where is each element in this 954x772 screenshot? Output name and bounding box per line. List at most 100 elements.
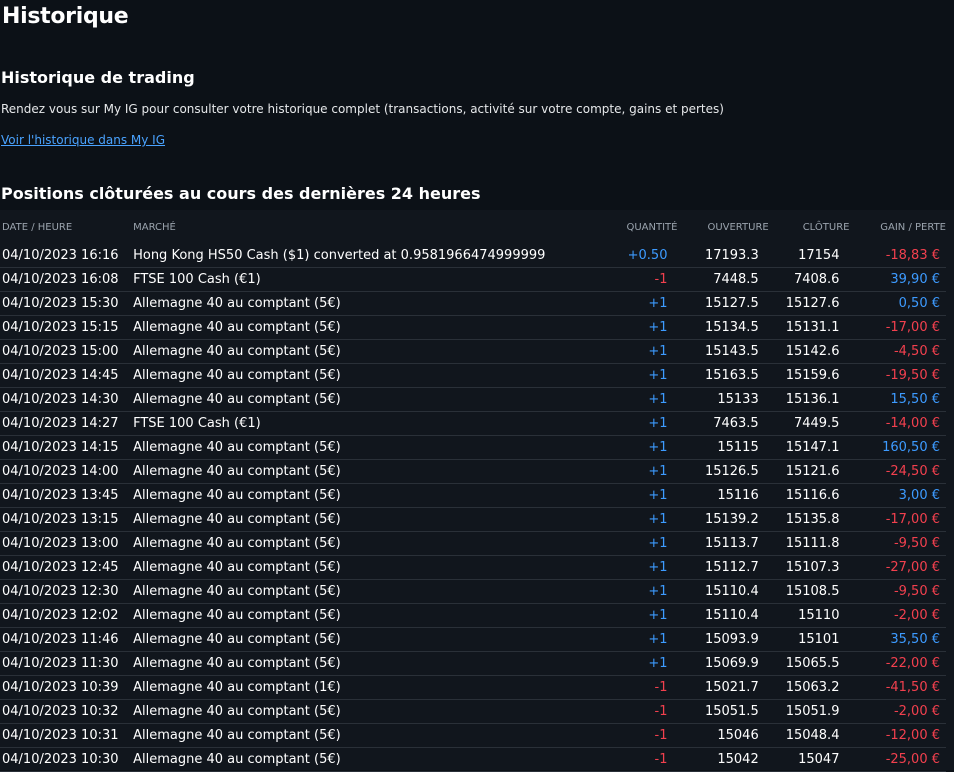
column-header-quantity[interactable]: QUANTITÉ <box>612 210 677 244</box>
column-header-gain-loss[interactable]: GAIN / PERTE <box>849 210 946 244</box>
row-gain-loss: 0,50 € <box>898 296 940 311</box>
row-market: FTSE 100 Cash (€1) <box>133 416 261 431</box>
table-row[interactable]: 04/10/2023 12:45 Allemagne 40 au comptant… <box>0 556 946 580</box>
row-gain-loss: -12,00 € <box>885 728 940 743</box>
row-quantity: +1 <box>648 416 668 431</box>
positions-title: Positions clôturées au cours des dernièr… <box>1 184 481 203</box>
row-open-price: 15133 <box>717 392 759 407</box>
row-date: 04/10/2023 16:16 <box>2 248 119 263</box>
row-date: 04/10/2023 12:02 <box>2 608 119 623</box>
row-market: Allemagne 40 au comptant (5€) <box>133 368 341 383</box>
table-row[interactable]: 04/10/2023 16:08 FTSE 100 Cash (€1) -1 7448… <box>0 268 946 292</box>
table-row[interactable]: 04/10/2023 10:39 Allemagne 40 au comptant… <box>0 676 946 700</box>
row-market: Allemagne 40 au comptant (5€) <box>133 584 341 599</box>
row-market: Allemagne 40 au comptant (5€) <box>133 440 341 455</box>
trading-history-title: Historique de trading <box>1 68 195 87</box>
table-row[interactable]: 04/10/2023 11:30 Allemagne 40 au comptant… <box>0 652 946 676</box>
row-quantity: -1 <box>654 728 668 743</box>
row-gain-loss: -17,00 € <box>885 512 940 527</box>
row-open-price: 7448.5 <box>713 272 759 287</box>
view-history-link[interactable]: Voir l'historique dans My IG <box>1 133 165 147</box>
table-row[interactable]: 04/10/2023 14:27 FTSE 100 Cash (€1) +1 7463… <box>0 412 946 436</box>
row-open-price: 17193.3 <box>704 248 759 263</box>
row-date: 04/10/2023 13:00 <box>2 536 119 551</box>
row-date: 04/10/2023 13:45 <box>2 488 119 503</box>
row-quantity: +1 <box>648 440 668 455</box>
row-quantity: +1 <box>648 368 668 383</box>
row-market: Allemagne 40 au comptant (5€) <box>133 320 341 335</box>
column-header-date[interactable]: DATE / HEURE <box>0 210 131 244</box>
row-quantity: -1 <box>654 272 668 287</box>
row-gain-loss: -27,00 € <box>885 560 940 575</box>
row-open-price: 15069.9 <box>704 656 759 671</box>
row-close-price: 15147.1 <box>785 440 840 455</box>
table-header-row: DATE / HEURE MARCHÉ QUANTITÉ OUVERTURE C… <box>0 210 946 244</box>
table-row[interactable]: 04/10/2023 16:16 Hong Kong HS50 Cash ($1)… <box>0 244 946 268</box>
row-market: Allemagne 40 au comptant (5€) <box>133 656 341 671</box>
row-market: Allemagne 40 au comptant (5€) <box>133 512 341 527</box>
page-title: Historique <box>2 4 129 29</box>
row-gain-loss: 15,50 € <box>890 392 940 407</box>
row-date: 04/10/2023 15:15 <box>2 320 119 335</box>
table-row[interactable]: 04/10/2023 14:30 Allemagne 40 au comptant… <box>0 388 946 412</box>
row-close-price: 15110 <box>798 608 840 623</box>
row-date: 04/10/2023 11:46 <box>2 632 119 647</box>
row-open-price: 15163.5 <box>704 368 759 383</box>
row-quantity: +1 <box>648 464 668 479</box>
table-row[interactable]: 04/10/2023 15:00 Allemagne 40 au comptant… <box>0 340 946 364</box>
column-header-market[interactable]: MARCHÉ <box>131 210 612 244</box>
row-gain-loss: -2,00 € <box>893 704 940 719</box>
row-quantity: +1 <box>648 608 668 623</box>
table-row[interactable]: 04/10/2023 13:15 Allemagne 40 au comptant… <box>0 508 946 532</box>
table-row[interactable]: 04/10/2023 13:45 Allemagne 40 au comptant… <box>0 484 946 508</box>
row-close-price: 15121.6 <box>785 464 840 479</box>
row-open-price: 15110.4 <box>704 584 759 599</box>
positions-table-container: DATE / HEURE MARCHÉ QUANTITÉ OUVERTURE C… <box>0 210 954 772</box>
row-close-price: 7449.5 <box>793 416 840 431</box>
table-row[interactable]: 04/10/2023 10:31 Allemagne 40 au comptant… <box>0 724 946 748</box>
row-date: 04/10/2023 13:15 <box>2 512 119 527</box>
row-open-price: 15112.7 <box>704 560 759 575</box>
table-row[interactable]: 04/10/2023 15:30 Allemagne 40 au comptant… <box>0 292 946 316</box>
row-close-price: 15065.5 <box>785 656 840 671</box>
row-gain-loss: -9,50 € <box>893 584 940 599</box>
row-date: 04/10/2023 10:32 <box>2 704 119 719</box>
column-header-open[interactable]: OUVERTURE <box>677 210 768 244</box>
row-date: 04/10/2023 14:15 <box>2 440 119 455</box>
row-close-price: 15142.6 <box>785 344 840 359</box>
table-row[interactable]: 04/10/2023 11:46 Allemagne 40 au comptant… <box>0 628 946 652</box>
table-row[interactable]: 04/10/2023 10:32 Allemagne 40 au comptant… <box>0 700 946 724</box>
table-row[interactable]: 04/10/2023 14:15 Allemagne 40 au comptant… <box>0 436 946 460</box>
row-open-price: 15139.2 <box>704 512 759 527</box>
row-close-price: 15127.6 <box>785 296 840 311</box>
row-gain-loss: 39,90 € <box>890 272 940 287</box>
row-gain-loss: -24,50 € <box>885 464 940 479</box>
row-gain-loss: 3,00 € <box>898 488 940 503</box>
table-row[interactable]: 04/10/2023 15:15 Allemagne 40 au comptant… <box>0 316 946 340</box>
row-market: Allemagne 40 au comptant (5€) <box>133 296 341 311</box>
table-row[interactable]: 04/10/2023 13:00 Allemagne 40 au comptant… <box>0 532 946 556</box>
row-open-price: 15051.5 <box>704 704 759 719</box>
row-gain-loss: 35,50 € <box>890 632 940 647</box>
row-close-price: 15107.3 <box>785 560 840 575</box>
row-gain-loss: -18,83 € <box>885 248 940 263</box>
row-quantity: +1 <box>648 632 668 647</box>
row-gain-loss: 160,50 € <box>882 440 940 455</box>
row-quantity: +1 <box>648 344 668 359</box>
table-row[interactable]: 04/10/2023 12:02 Allemagne 40 au comptant… <box>0 604 946 628</box>
row-close-price: 15136.1 <box>785 392 840 407</box>
row-date: 04/10/2023 16:08 <box>2 272 119 287</box>
row-open-price: 15134.5 <box>704 320 759 335</box>
row-close-price: 15111.8 <box>785 536 840 551</box>
row-gain-loss: -17,00 € <box>885 320 940 335</box>
row-date: 04/10/2023 15:00 <box>2 344 119 359</box>
column-header-close[interactable]: CLÔTURE <box>769 210 850 244</box>
row-market: Allemagne 40 au comptant (5€) <box>133 392 341 407</box>
table-row[interactable]: 04/10/2023 14:45 Allemagne 40 au comptant… <box>0 364 946 388</box>
row-date: 04/10/2023 15:30 <box>2 296 119 311</box>
row-close-price: 17154 <box>798 248 840 263</box>
table-row[interactable]: 04/10/2023 14:00 Allemagne 40 au comptant… <box>0 460 946 484</box>
table-row[interactable]: 04/10/2023 12:30 Allemagne 40 au comptant… <box>0 580 946 604</box>
row-quantity: +0.50 <box>627 248 668 263</box>
row-quantity: -1 <box>654 680 668 695</box>
